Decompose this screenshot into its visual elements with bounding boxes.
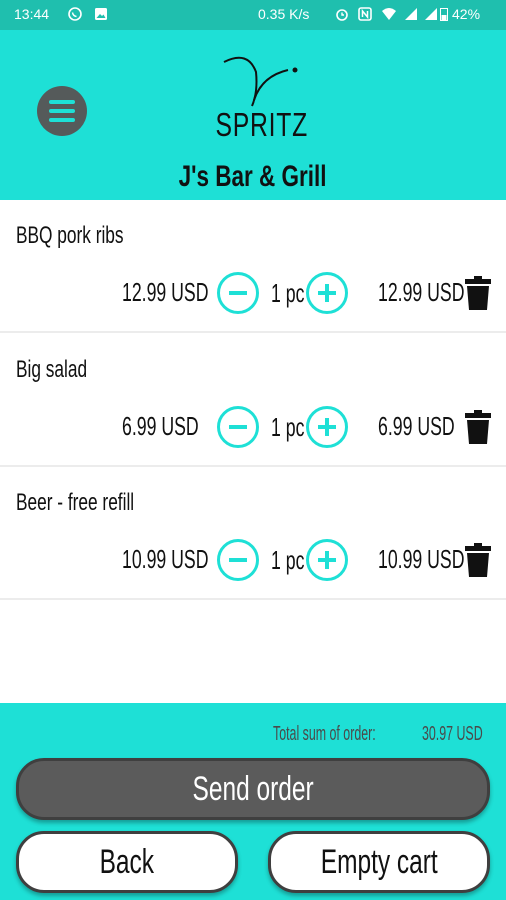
decrease-quantity-button[interactable] (217, 272, 259, 314)
back-button[interactable]: Back (16, 831, 238, 893)
menu-icon (49, 100, 75, 104)
trash-icon[interactable] (464, 410, 492, 444)
minus-icon (229, 425, 247, 429)
battery-level: 42% (452, 6, 481, 22)
empty-cart-button[interactable]: Empty cart (268, 831, 490, 893)
battery-icon (440, 8, 448, 21)
item-name: BBQ pork ribs (16, 222, 124, 249)
venue-name: J's Bar & Grill (179, 160, 327, 193)
app-header: SPRITZ J's Bar & Grill (0, 30, 506, 200)
increase-quantity-button[interactable] (306, 406, 348, 448)
item-quantity: 1 pc (271, 278, 305, 308)
item-line-total: 10.99 USD (378, 544, 465, 574)
item-line-total: 6.99 USD (378, 411, 455, 441)
item-name: Beer - free refill (16, 489, 135, 516)
trash-icon[interactable] (464, 543, 492, 577)
send-order-button[interactable]: Send order (16, 758, 490, 820)
network-speed: 0.35 K/s (258, 6, 310, 22)
trash-icon[interactable] (464, 276, 492, 310)
cart-item: Beer - free refill 10.99 USD 1 pc 10.99 … (0, 467, 506, 600)
increase-quantity-button[interactable] (306, 272, 348, 314)
logo-swirl (223, 56, 298, 107)
image-icon (95, 8, 107, 20)
item-unit-price: 10.99 USD (122, 544, 209, 574)
wifi-icon (382, 8, 396, 20)
increase-quantity-button[interactable] (306, 539, 348, 581)
item-unit-price: 12.99 USD (122, 277, 209, 307)
minus-icon (229, 291, 247, 295)
cart-item: Big salad 6.99 USD 1 pc 6.99 USD (0, 334, 506, 467)
status-time: 13:44 (14, 6, 50, 22)
alarm-icon (336, 9, 348, 21)
total-label: Total sum of order: (273, 723, 376, 745)
cart-item: BBQ pork ribs 12.99 USD 1 pc 12.99 USD (0, 200, 506, 333)
whatsapp-icon (68, 7, 82, 21)
item-line-total: 12.99 USD (378, 277, 465, 307)
menu-button[interactable] (37, 86, 87, 136)
nfc-icon (358, 7, 372, 21)
decrease-quantity-button[interactable] (217, 406, 259, 448)
order-footer: Total sum of order: 30.97 USD Send order… (0, 703, 506, 900)
decrease-quantity-button[interactable] (217, 539, 259, 581)
app-logo: SPRITZ (215, 106, 309, 143)
item-quantity: 1 pc (271, 545, 305, 575)
signal-icon (405, 8, 417, 20)
item-unit-price: 6.99 USD (122, 411, 199, 441)
total-value: 30.97 USD (422, 723, 483, 745)
item-name: Big salad (16, 356, 88, 383)
status-bar: 13:44 0.35 K/s 42% (0, 0, 506, 30)
signal-icon (425, 8, 437, 20)
item-quantity: 1 pc (271, 412, 305, 442)
minus-icon (229, 558, 247, 562)
